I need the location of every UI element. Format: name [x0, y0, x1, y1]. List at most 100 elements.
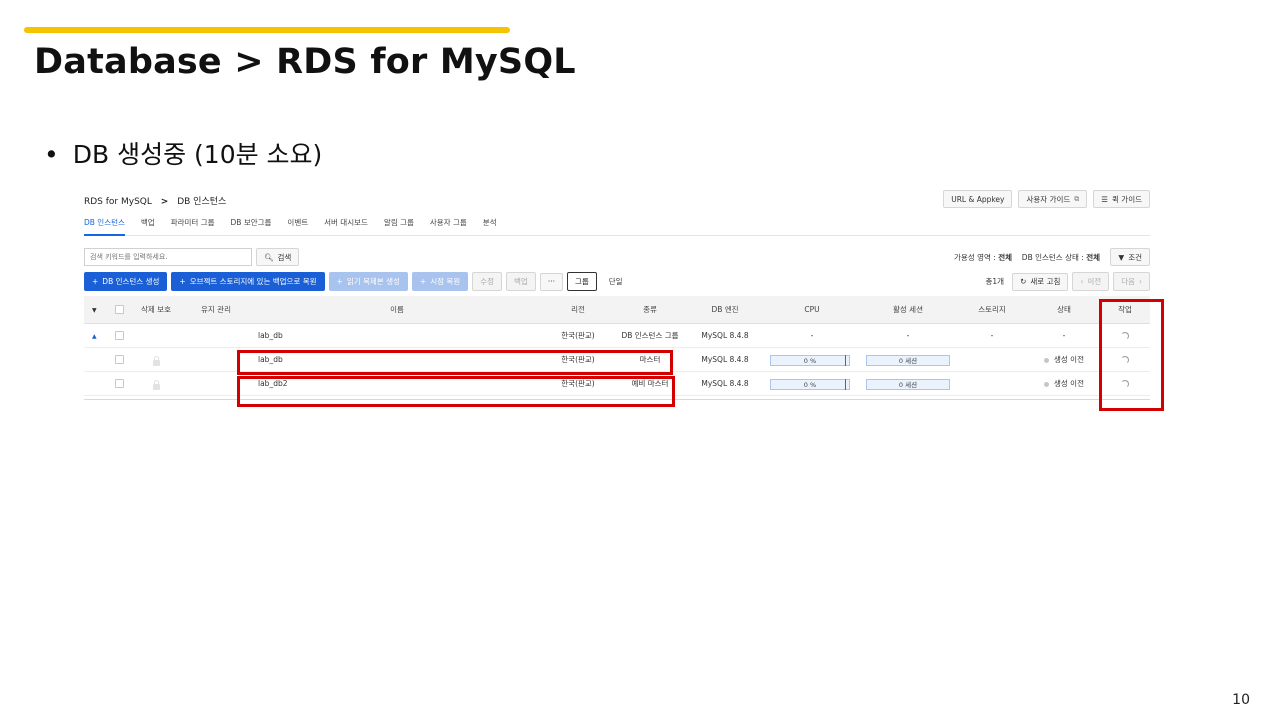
create-replica-label: 읽기 복제본 생성 [346, 277, 400, 286]
tab-user-group[interactable]: 사용자 그룹 [430, 216, 467, 236]
bullet-item: • DB 생성중 (10분 소요) [44, 135, 322, 171]
expand-all-caret-icon[interactable]: ▼ [92, 307, 97, 314]
single-view-toggle[interactable]: 단일 [600, 272, 631, 291]
header-storage: 스토리지 [978, 305, 1006, 314]
top-button-group: URL & Appkey 사용자 가이드 ⧉ ☰ 퀵 가이드 [943, 190, 1150, 208]
refresh-icon: ↻ [1020, 277, 1027, 286]
header-delete-protection: 삭제 보호 [141, 305, 171, 314]
lock-icon [153, 380, 160, 390]
user-guide-button[interactable]: 사용자 가이드 ⧉ [1018, 190, 1088, 208]
refresh-button[interactable]: ↻ 새로 고침 [1012, 272, 1069, 291]
row-status-text: 생성 이전 [1054, 355, 1084, 364]
group-view-toggle[interactable]: 그룹 [566, 272, 597, 291]
restore-from-object-storage-button[interactable]: + 오브젝트 스토리지에 있는 백업으로 복원 [171, 272, 325, 291]
next-page-button[interactable]: 다음 › [1113, 272, 1150, 291]
action-button-group: + DB 인스턴스 생성 + 오브젝트 스토리지에 있는 백업으로 복원 + 읽… [84, 272, 631, 291]
session-meter-value: 0 세션 [898, 357, 918, 365]
tab-notification-group[interactable]: 알림 그룹 [384, 216, 414, 236]
tab-parameter-group[interactable]: 파라미터 그룹 [171, 216, 215, 236]
slide-title: Database > RDS for MySQL [34, 42, 576, 82]
restore-object-label: 오브젝트 스토리지에 있는 백업으로 복원 [189, 277, 317, 286]
quick-guide-button[interactable]: ☰ 퀵 가이드 [1093, 190, 1150, 208]
tab-analysis[interactable]: 분석 [483, 216, 497, 236]
header-status[interactable]: 상태 [1028, 296, 1100, 324]
row-status: 생성 이전 [1028, 348, 1100, 372]
header-active-sessions: 활성 세션 [893, 305, 923, 314]
create-instance-label: DB 인스턴스 생성 [102, 277, 160, 286]
row-status: - [1062, 331, 1066, 340]
select-all-checkbox[interactable] [115, 305, 124, 314]
breadcrumb-current: DB 인스턴스 [177, 197, 227, 207]
header-name[interactable]: 이름 [252, 296, 542, 324]
state-filter-label: DB 인스턴스 상태 : [1021, 253, 1084, 262]
pitr-label: 시점 복원 [430, 277, 461, 286]
session-meter-value: 0 세션 [898, 381, 918, 389]
header-region[interactable]: 리전 [542, 296, 614, 324]
search-row: 🔍︎ 검색 가용성 영역 : 전체 DB 인스턴스 상태 : 전체 ▼ 조건 [84, 248, 1150, 266]
highlight-box-standby-row [237, 376, 675, 407]
filter-icon: ▼ [1118, 252, 1125, 262]
header-db-engine[interactable]: DB 엔진 [686, 296, 764, 324]
search-button[interactable]: 🔍︎ 검색 [256, 248, 300, 266]
more-actions-button[interactable]: ··· [539, 272, 563, 291]
pager-group: 총1개 ↻ 새로 고침 ‹ 이전 다음 › [986, 272, 1150, 291]
filter-summary: 가용성 영역 : 전체 DB 인스턴스 상태 : 전체 [954, 252, 1100, 263]
highlight-box-master-row [237, 350, 673, 375]
table-row[interactable]: ▲ lab_db 한국(판교) DB 인스턴스 그룹 MySQL 8.4.8 -… [84, 324, 1150, 348]
create-read-replica-button[interactable]: + 읽기 복제본 생성 [328, 272, 408, 291]
search-icon: 🔍︎ [264, 252, 274, 262]
az-filter-label: 가용성 영역 : [954, 253, 996, 262]
session-meter: 0 세션 [866, 355, 950, 366]
row-sessions: - [906, 331, 910, 340]
plus-icon: + [419, 277, 427, 286]
chevron-right-icon: › [1139, 277, 1142, 286]
tab-db-security-group[interactable]: DB 보안그룹 [231, 216, 272, 236]
tab-bar: DB 인스턴스 백업 파라미터 그룹 DB 보안그룹 이벤트 서버 대시보드 알… [84, 216, 1150, 236]
point-in-time-restore-button[interactable]: + 시점 복원 [411, 272, 469, 291]
cpu-meter-value: 0 % [803, 357, 817, 365]
plus-icon: + [179, 277, 186, 286]
external-link-icon: ⧉ [1074, 194, 1080, 203]
modify-button[interactable]: 수정 [472, 272, 502, 291]
search-input[interactable] [84, 248, 252, 266]
row-engine: MySQL 8.4.8 [701, 355, 749, 364]
header-type[interactable]: 종류 [614, 296, 686, 324]
tab-server-dashboard[interactable]: 서버 대시보드 [324, 216, 368, 236]
row-type: DB 인스턴스 그룹 [621, 331, 679, 340]
row-storage: - [990, 331, 994, 340]
url-appkey-button[interactable]: URL & Appkey [943, 190, 1013, 208]
status-dot-icon [1044, 381, 1049, 387]
backup-button[interactable]: 백업 [506, 272, 536, 291]
collapse-caret-icon[interactable]: ▲ [92, 333, 97, 340]
cpu-meter: 0 % [770, 379, 850, 390]
session-meter: 0 세션 [866, 379, 950, 390]
row-cpu: - [810, 331, 814, 340]
condition-button[interactable]: ▼ 조건 [1110, 248, 1150, 266]
breadcrumb: RDS for MySQL > DB 인스턴스 [84, 194, 226, 207]
row-name[interactable]: lab_db [258, 324, 283, 348]
tab-backup[interactable]: 백업 [141, 216, 155, 236]
row-checkbox[interactable] [115, 355, 124, 364]
cpu-meter: 0 % [770, 355, 850, 366]
next-label: 다음 [1121, 277, 1135, 286]
row-region: 한국(판교) [561, 331, 595, 340]
menu-icon: ☰ [1101, 194, 1109, 204]
chevron-left-icon: ‹ [1080, 277, 1084, 286]
table-header: ▼ 삭제 보호 유지 관리 이름 리전 종류 DB 엔진 CPU 활성 세션 스… [84, 296, 1150, 324]
create-instance-button[interactable]: + DB 인스턴스 생성 [84, 272, 168, 291]
tab-db-instance[interactable]: DB 인스턴스 [84, 216, 125, 236]
action-row: + DB 인스턴스 생성 + 오브젝트 스토리지에 있는 백업으로 복원 + 읽… [84, 272, 1150, 292]
refresh-label: 새로 고침 [1030, 277, 1061, 286]
row-checkbox[interactable] [115, 379, 124, 388]
search-button-label: 검색 [277, 252, 292, 262]
row-checkbox[interactable] [115, 331, 124, 340]
breadcrumb-separator: > [160, 197, 169, 207]
prev-page-button[interactable]: ‹ 이전 [1072, 272, 1110, 291]
tab-event[interactable]: 이벤트 [287, 216, 308, 236]
user-guide-label: 사용자 가이드 [1026, 194, 1071, 204]
breadcrumb-root[interactable]: RDS for MySQL [84, 197, 152, 207]
lock-icon [153, 356, 160, 366]
total-count: 총1개 [985, 277, 1005, 286]
row-engine: MySQL 8.4.8 [701, 379, 749, 388]
bullet-text: DB 생성중 (10분 소요) [72, 140, 323, 169]
